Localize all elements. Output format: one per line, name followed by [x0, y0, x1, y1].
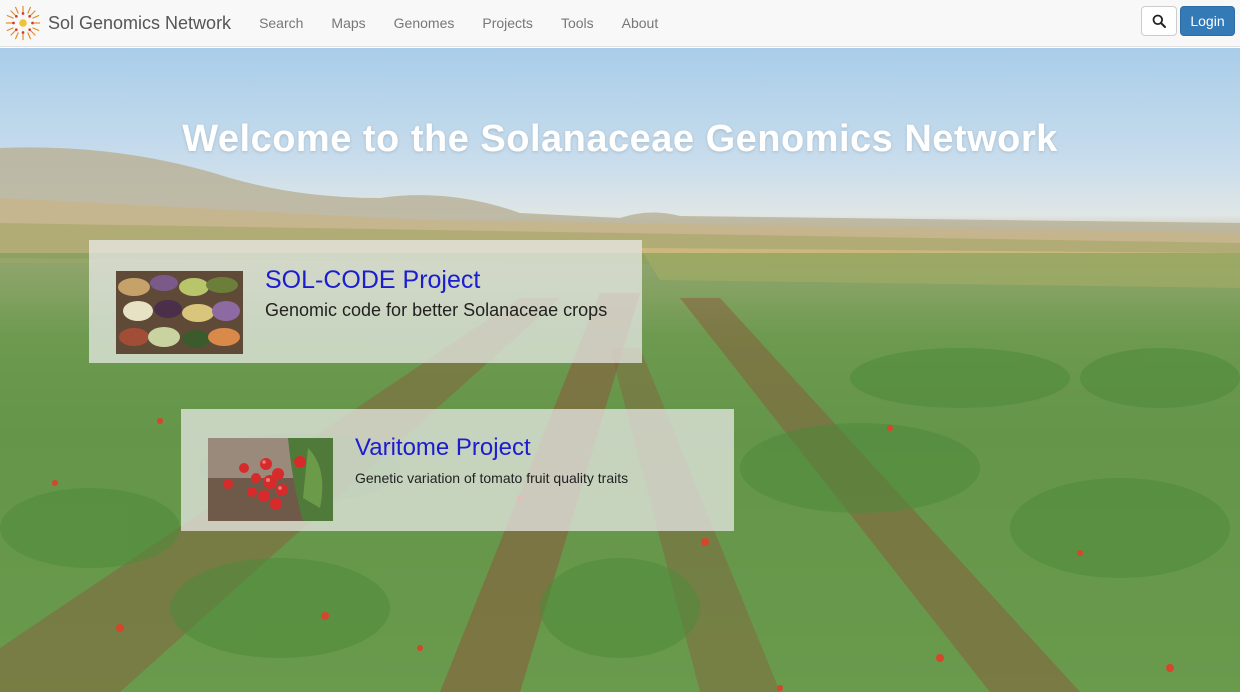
nav-link-maps[interactable]: Maps [317, 0, 379, 46]
sun-logo-icon [5, 5, 41, 41]
search-icon [1152, 14, 1166, 28]
project-subtitle-sol-code: Genomic code for better Solanaceae crops [265, 300, 608, 320]
project-title-varitome[interactable]: Varitome Project [355, 434, 531, 462]
login-button[interactable]: Login [1180, 6, 1235, 36]
nav-link-tools[interactable]: Tools [547, 0, 608, 46]
nav-link-genomes[interactable]: Genomes [380, 0, 469, 46]
cherry-tomatoes-image[interactable] [208, 438, 333, 521]
nav-link-search[interactable]: Search [245, 0, 317, 46]
eggplant-varieties-image[interactable] [116, 271, 243, 354]
search-button[interactable] [1141, 6, 1177, 36]
hero-banner: Welcome to the Solanaceae Genomics Netwo… [0, 48, 1240, 692]
brand-name: Sol Genomics Network [48, 12, 232, 33]
nav-link-about[interactable]: About [608, 0, 673, 46]
nav-link-projects[interactable]: Projects [468, 0, 547, 46]
brand[interactable]: Sol Genomics Network [0, 0, 231, 46]
project-card-sol-code: SOL-CODE Project Genomic code for better… [89, 240, 642, 363]
top-navbar: Sol Genomics Network Search Maps Genomes… [0, 0, 1240, 47]
nav-actions: Login [1141, 6, 1235, 36]
project-title-sol-code[interactable]: SOL-CODE Project [265, 266, 480, 295]
nav-links: Search Maps Genomes Projects Tools About [245, 0, 672, 46]
project-subtitle-varitome: Genetic variation of tomato fruit qualit… [355, 470, 629, 486]
hero-title: Welcome to the Solanaceae Genomics Netwo… [182, 118, 1058, 160]
project-card-varitome: Varitome Project Genetic variation of to… [181, 409, 734, 531]
